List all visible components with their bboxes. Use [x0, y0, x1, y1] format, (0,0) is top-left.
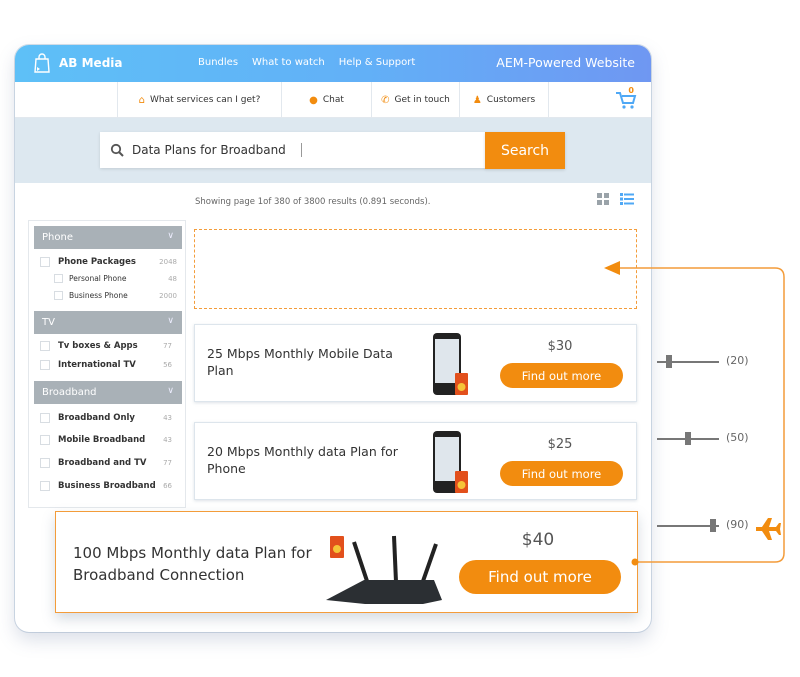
plan-title: 20 Mbps Monthly data Plan for Phone	[207, 444, 398, 476]
filter-label: Business Phone	[69, 291, 128, 300]
plan-title: 25 Mbps Monthly Mobile Data Plan	[207, 346, 393, 378]
filter-mobile-broadband[interactable]: Mobile Broadband	[40, 435, 145, 445]
chevron-down-icon: ∨	[167, 316, 174, 326]
plan-price: $25	[547, 437, 573, 452]
shopping-bag-icon	[34, 53, 50, 73]
checkbox[interactable]	[40, 435, 50, 445]
grid-view-icon[interactable]	[597, 193, 609, 205]
checkbox[interactable]	[40, 257, 50, 267]
search-band: Search	[15, 118, 651, 183]
search-input[interactable]	[132, 143, 302, 157]
filter-broadband-tv[interactable]: Broadband and TV	[40, 458, 146, 468]
filter-sidebar: Phone ∨ Phone Packages 2048 Personal Pho…	[28, 220, 186, 508]
plan-card: 20 Mbps Monthly data Plan for Phone $25 …	[194, 422, 637, 500]
slider-thumb[interactable]	[709, 519, 716, 532]
filter-international-tv[interactable]: International TV	[40, 360, 136, 370]
search-icon	[110, 143, 124, 157]
category-broadband-label: Broadband	[42, 387, 97, 398]
checkbox[interactable]	[40, 481, 50, 491]
checkbox[interactable]	[54, 291, 63, 300]
filter-count: 77	[163, 459, 172, 467]
filter-label: International TV	[58, 360, 136, 370]
filter-count: 2000	[159, 292, 177, 300]
category-phone[interactable]: Phone ∨	[34, 226, 182, 249]
checkbox[interactable]	[40, 413, 50, 423]
category-tv[interactable]: TV ∨	[34, 311, 182, 334]
subnav-chat-label: Chat	[322, 95, 344, 105]
category-broadband[interactable]: Broadband ∨	[34, 381, 182, 404]
filter-count: 56	[163, 361, 172, 369]
filter-count: 43	[163, 436, 172, 444]
checkbox[interactable]	[40, 341, 50, 351]
slider-value-label: (50)	[726, 431, 749, 444]
plan-card: 25 Mbps Monthly Mobile Data Plan $30 Fin…	[194, 324, 637, 402]
slider-thumb[interactable]	[666, 355, 673, 368]
filter-label: Phone Packages	[58, 257, 136, 267]
slider-thumb[interactable]	[685, 432, 691, 445]
category-phone-label: Phone	[42, 232, 73, 243]
phone-with-sim-image	[433, 333, 468, 395]
filter-count: 77	[163, 342, 172, 350]
filter-label: Broadband Only	[58, 413, 135, 423]
plan-price: $40	[521, 530, 555, 550]
top-nav: Bundles What to watch Help & Support	[198, 57, 415, 68]
slider[interactable]	[657, 432, 721, 446]
nav-bundles[interactable]: Bundles	[198, 57, 238, 68]
filter-count: 48	[168, 275, 177, 283]
site-title: AEM-Powered Website	[496, 55, 635, 70]
checkbox[interactable]	[40, 360, 50, 370]
subnav-chat[interactable]: ● Chat	[281, 82, 371, 118]
search-box	[100, 132, 486, 168]
subnav-customers[interactable]: ♟ Customers	[459, 82, 549, 118]
slider-value-label: (20)	[726, 354, 749, 367]
filter-count: 43	[163, 414, 172, 422]
brand-name: AB Media	[59, 56, 123, 70]
subnav-get-in-touch[interactable]: ✆ Get in touch	[371, 82, 459, 118]
find-out-more-button[interactable]: Find out more	[459, 560, 621, 594]
router-with-sim-image	[326, 535, 442, 604]
user-icon: ♟	[472, 94, 482, 106]
filter-label: Personal Phone	[69, 274, 127, 283]
plan-title: 100 Mbps Monthly data Plan for Broadband…	[73, 544, 312, 584]
filter-phone-packages[interactable]: Phone Packages	[40, 257, 136, 267]
airplane-icon	[756, 518, 781, 540]
nav-help-support[interactable]: Help & Support	[339, 57, 415, 68]
cart-count: 0	[628, 86, 634, 95]
slider-value-label: (90)	[726, 518, 749, 531]
nav-what-to-watch[interactable]: What to watch	[252, 57, 325, 68]
plan-card-highlighted: 100 Mbps Monthly data Plan for Broadband…	[55, 511, 638, 613]
filter-business-phone[interactable]: Business Phone	[54, 291, 128, 300]
chevron-down-icon: ∨	[167, 386, 174, 396]
phone-icon: ✆	[381, 94, 390, 106]
filter-personal-phone[interactable]: Personal Phone	[54, 274, 127, 283]
home-icon: ⌂	[138, 94, 145, 106]
subnav-customers-label: Customers	[486, 95, 536, 105]
filter-label: Tv boxes & Apps	[58, 341, 138, 351]
filter-count: 2048	[159, 258, 177, 266]
drop-placeholder	[194, 229, 637, 309]
find-out-more-button[interactable]: Find out more	[500, 363, 623, 388]
subnav-services-label: What services can I get?	[149, 95, 261, 105]
slider[interactable]	[657, 355, 721, 369]
filter-tv-boxes[interactable]: Tv boxes & Apps	[40, 341, 138, 351]
checkbox[interactable]	[54, 274, 63, 283]
slider[interactable]	[657, 519, 721, 533]
subnav-get-in-touch-label: Get in touch	[394, 95, 450, 105]
checkbox[interactable]	[40, 458, 50, 468]
search-button[interactable]: Search	[485, 132, 565, 169]
list-view-icon[interactable]	[620, 193, 634, 205]
sub-nav: ⌂ What services can I get? ● Chat ✆ Get …	[15, 82, 651, 118]
top-bar: AB Media Bundles What to watch Help & Su…	[15, 45, 651, 82]
chevron-down-icon: ∨	[167, 231, 174, 241]
filter-broadband-only[interactable]: Broadband Only	[40, 413, 135, 423]
subnav-services[interactable]: ⌂ What services can I get?	[117, 82, 281, 118]
category-tv-label: TV	[42, 317, 55, 328]
brand-logo[interactable]: AB Media	[33, 53, 123, 73]
results-info: Showing page 1of 380 of 3800 results (0.…	[195, 197, 431, 207]
plan-price: $30	[547, 339, 573, 354]
chat-bubble-icon: ●	[309, 94, 318, 106]
filter-count: 66	[163, 482, 172, 490]
phone-with-sim-image	[433, 431, 468, 493]
find-out-more-button[interactable]: Find out more	[500, 461, 623, 486]
